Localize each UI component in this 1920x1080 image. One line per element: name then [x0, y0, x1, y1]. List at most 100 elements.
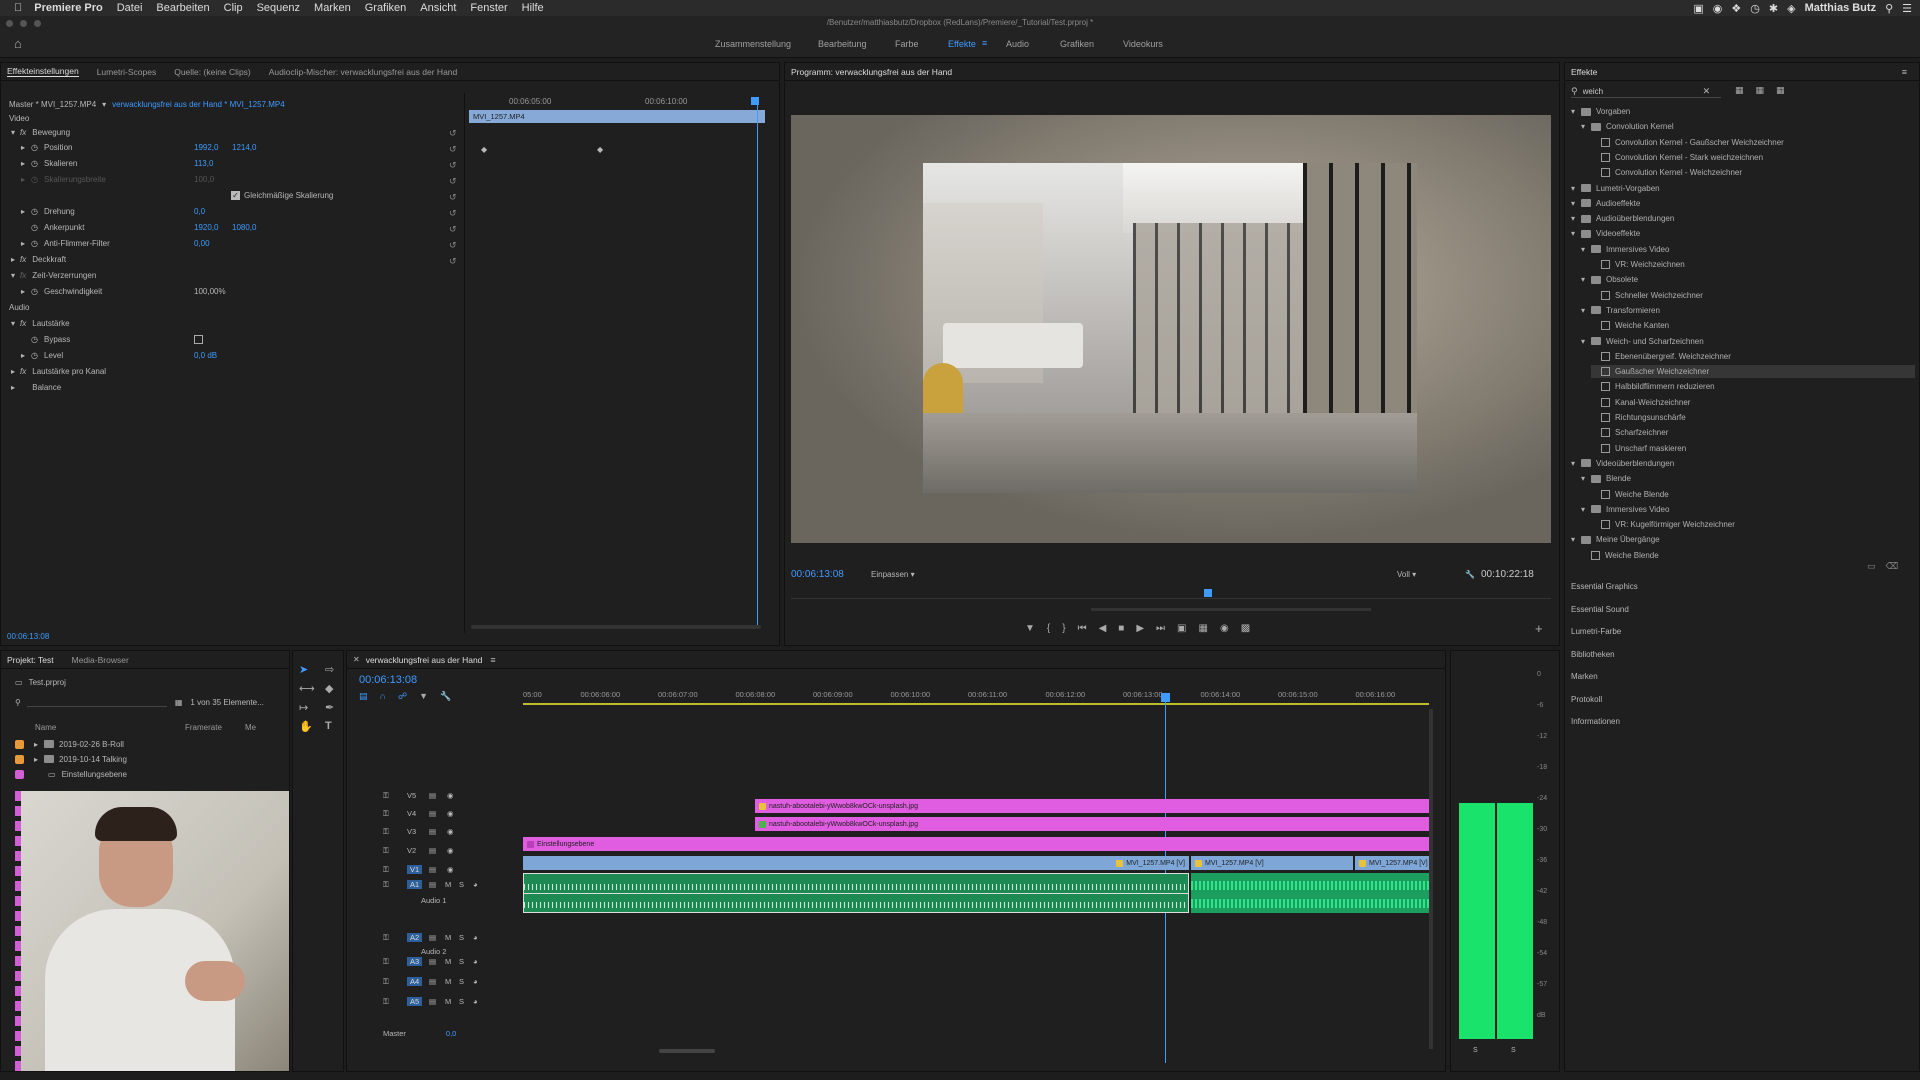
track-label[interactable]: A2 [407, 933, 423, 942]
menu-grafiken[interactable]: Grafiken [365, 2, 407, 14]
expand-icon[interactable]: ▸ [11, 255, 15, 264]
effects-folder[interactable]: ▾ Meine Übergänge [1571, 533, 1660, 546]
lock-icon[interactable]: ⚿ [383, 846, 389, 856]
menu-marken[interactable]: Marken [314, 2, 351, 14]
track-label[interactable]: A1 [407, 880, 423, 889]
effects-folder[interactable]: ▾ Obsolete [1581, 273, 1638, 286]
tab-effekteinstellungen[interactable]: Effekteinstellungen [7, 66, 79, 77]
chevron-down-icon[interactable]: ▾ [1571, 184, 1581, 193]
section-essential-sound[interactable]: Essential Sound [1571, 605, 1911, 628]
mute-icon[interactable]: M [445, 880, 451, 889]
add-marker-icon[interactable]: ▼ [1025, 623, 1035, 637]
effect-item[interactable]: Convolution Kernel - Gaußscher Weichzeic… [1591, 136, 1784, 149]
eye-icon[interactable]: ◉ [447, 791, 454, 800]
effects-folder[interactable]: ▾ Convolution Kernel [1581, 120, 1674, 133]
stopwatch-icon[interactable]: ◷ [31, 287, 38, 296]
param-ankerpunkt[interactable]: ▸ ◷ Ankerpunkt 1920,0 1080,0 [21, 220, 256, 234]
expand-icon[interactable]: ▸ [21, 207, 25, 216]
yuv-effects-icon[interactable]: ▦ [1776, 85, 1785, 96]
track-label[interactable]: V3 [407, 827, 416, 836]
timeline-scrollbar[interactable] [659, 1049, 715, 1053]
expand-icon[interactable]: ▾ [11, 271, 15, 280]
expand-icon[interactable]: ▸ [21, 351, 25, 360]
param-value[interactable]: 0,0 [194, 207, 205, 216]
32bit-effects-icon[interactable]: ▦ [1756, 85, 1765, 96]
effect-bewegung[interactable]: ▾ fx Bewegung [11, 125, 70, 139]
film-icon[interactable]: ▤ [429, 865, 436, 874]
video-track-header[interactable]: ⚿ V5 ▤ ◉ [373, 791, 513, 805]
mic-icon[interactable]: ◕ [473, 977, 478, 986]
effect-item[interactable]: Weiche Blende [1581, 549, 1659, 562]
stopwatch-icon[interactable]: ◷ [31, 159, 38, 168]
track-label[interactable]: A4 [407, 977, 423, 986]
app-menu[interactable]: Premiere Pro [34, 2, 102, 14]
section-lumetri-farbe[interactable]: Lumetri-Farbe [1571, 627, 1911, 650]
solo-icon[interactable]: S [459, 880, 464, 889]
delete-icon[interactable]: ⌫ [1886, 561, 1899, 572]
master-label[interactable]: Master * MVI_1257.MP4 [9, 100, 96, 109]
spotlight-icon[interactable]: ⚲ [1885, 2, 1893, 15]
effects-folder[interactable]: ▾ Immersives Video [1581, 243, 1669, 256]
mute-icon[interactable]: M [445, 977, 451, 986]
lock-icon[interactable]: ⚿ [383, 933, 389, 943]
reset-icon[interactable]: ↺ [449, 189, 459, 205]
clear-search-icon[interactable]: ✕ [1703, 86, 1711, 97]
effect-lautstaerke[interactable]: ▾ fx Lautstärke [11, 316, 70, 330]
param-position[interactable]: ▸ ◷ Position 1992,0 1214,0 [21, 140, 256, 154]
effect-item[interactable]: VR: Kugelförmiger Weichzeichner [1591, 518, 1735, 531]
sync-icon[interactable]: ▤ [429, 957, 436, 966]
clip-v3[interactable]: Einstellungsebene [523, 837, 1429, 851]
effect-item[interactable]: Kanal-Weichzeichner [1591, 396, 1690, 409]
mute-icon[interactable]: M [445, 957, 451, 966]
time-machine-icon[interactable]: ◷ [1750, 2, 1760, 15]
timeline-timecode[interactable]: 00:06:13:08 [359, 674, 417, 686]
ripple-edit-tool-icon[interactable]: ⟷ [299, 682, 319, 695]
chevron-down-icon[interactable]: ▾ [1581, 505, 1591, 514]
video-track-header[interactable]: ⚿ V2 ▤ ◉ [373, 846, 513, 860]
effects-folder[interactable]: ▾ Immersives Video [1581, 503, 1669, 516]
quality-dropdown[interactable]: Voll ▾ [1397, 570, 1457, 579]
stop-icon[interactable]: ■ [1118, 623, 1124, 637]
lift-icon[interactable]: ▣ [1177, 623, 1186, 637]
tab-projekt[interactable]: Projekt: Test [7, 655, 54, 665]
audio-track-header[interactable]: ⚿ A1 ▤ M S ◕ [373, 880, 513, 894]
wifi-icon[interactable]: ◈ [1787, 2, 1795, 15]
ec-timecode[interactable]: 00:06:13:08 [7, 632, 49, 641]
video-track-header[interactable]: ⚿ V4 ▤ ◉ [373, 809, 513, 823]
column-media[interactable]: Me [245, 723, 256, 732]
tab-media-browser[interactable]: Media-Browser [72, 655, 129, 665]
checkbox-checked[interactable]: ✓ [231, 190, 240, 200]
param-drehung[interactable]: ▸ ◷ Drehung 0,0 [21, 204, 205, 218]
bluetooth-icon[interactable]: ✱ [1769, 2, 1778, 15]
expand-icon[interactable]: ▸ [21, 239, 25, 248]
solo-icon[interactable]: S [459, 977, 464, 986]
expand-icon[interactable]: ▾ [11, 128, 15, 137]
clip-v1b[interactable]: MVI_1257.MP4 [V] [1191, 856, 1353, 870]
expand-icon[interactable]: ▸ [21, 287, 25, 296]
reset-icon[interactable]: ↺ [449, 221, 459, 237]
play-icon[interactable]: ▶ [1136, 623, 1144, 637]
menu-sequenz[interactable]: Sequenz [257, 2, 300, 14]
type-tool-icon[interactable]: T [325, 720, 343, 733]
lock-icon[interactable]: ⚿ [383, 997, 389, 1007]
effect-item[interactable]: Halbbildflimmern reduzieren [1591, 380, 1715, 393]
menu-hilfe[interactable]: Hilfe [522, 2, 544, 14]
chevron-down-icon[interactable]: ▾ [1571, 214, 1581, 223]
effects-folder[interactable]: ▾ Videoüberblendungen [1571, 457, 1674, 470]
film-icon[interactable]: ▤ [429, 846, 436, 855]
project-item[interactable]: ▭ Einstellungsebene [15, 767, 127, 781]
param-value[interactable]: 0,00 [194, 239, 210, 248]
apple-icon[interactable]:  [14, 2, 22, 14]
effects-search-input[interactable] [1582, 87, 1703, 96]
fit-dropdown[interactable]: Einpassen ▾ [871, 570, 931, 579]
chevron-down-icon[interactable]: ▾ [1581, 474, 1591, 483]
expand-icon[interactable]: ▸ [21, 159, 25, 168]
eye-icon[interactable]: ◉ [447, 865, 454, 874]
effect-balance[interactable]: ▸ fx Balance [11, 380, 61, 394]
search-icon[interactable]: ⚲ [15, 698, 21, 707]
bypass-checkbox[interactable] [194, 334, 203, 344]
add-marker-icon[interactable]: ▼ [419, 691, 428, 702]
effect-item[interactable]: VR: Weichzeichnen [1591, 258, 1685, 271]
param-anti-flimmer[interactable]: ▸ ◷ Anti-Flimmer-Filter 0,00 [21, 236, 210, 250]
chevron-down-icon[interactable]: ▾ [1571, 107, 1581, 116]
